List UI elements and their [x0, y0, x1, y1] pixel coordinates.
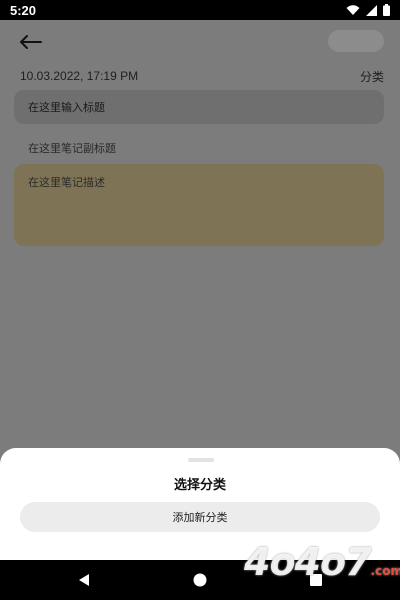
description-input[interactable]: 在这里笔记描述: [14, 164, 384, 246]
title-input[interactable]: 在这里输入标题: [14, 90, 384, 124]
status-bar: 5:20: [0, 0, 400, 20]
nav-home-icon[interactable]: [192, 572, 208, 588]
nav-back-icon[interactable]: [76, 572, 92, 588]
watermark-suffix: .com: [370, 564, 400, 578]
status-icons: [346, 4, 390, 16]
note-date: 10.03.2022, 17:19 PM: [20, 69, 139, 83]
sheet-title: 选择分类: [173, 477, 226, 492]
category-link[interactable]: 分类: [360, 68, 384, 85]
wifi-icon: [346, 4, 360, 15]
subtitle-input[interactable]: 在这里笔记副标题: [14, 132, 384, 164]
add-category-button[interactable]: 添加新分类: [20, 502, 380, 532]
note-meta-row: 10.03.2022, 17:19 PM 分类: [20, 66, 384, 86]
status-time: 5:20: [10, 2, 37, 18]
battery-icon: [383, 4, 390, 16]
site-watermark: 4o4o7.com: [244, 540, 400, 590]
sheet-drag-handle[interactable]: [188, 458, 214, 462]
back-arrow-icon: [20, 35, 42, 49]
save-button[interactable]: [328, 30, 384, 52]
back-button[interactable]: [14, 28, 46, 56]
watermark-text: 4o4o7: [244, 540, 372, 584]
signal-icon: [366, 4, 377, 16]
